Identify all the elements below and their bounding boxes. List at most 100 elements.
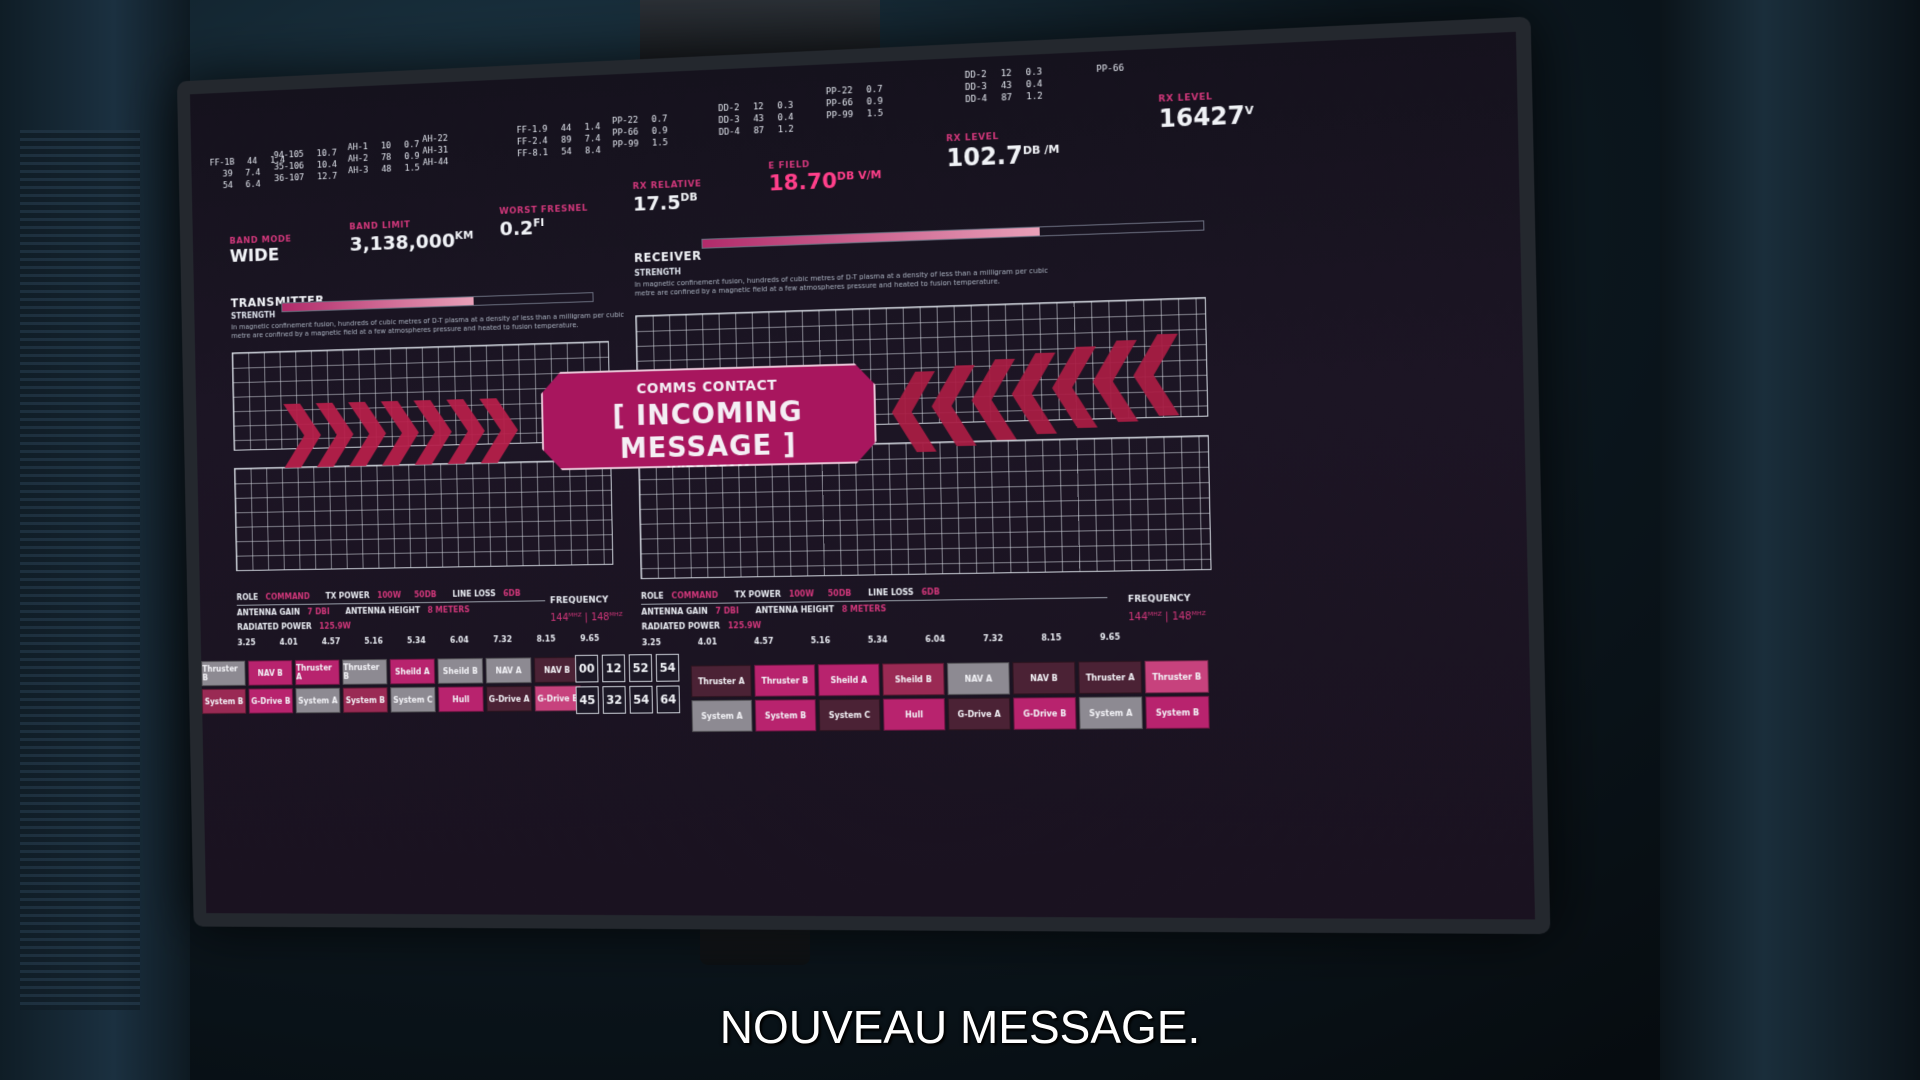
control-button[interactable]: Thruster B xyxy=(201,660,246,687)
control-button[interactable]: NAV B xyxy=(247,660,293,686)
control-button[interactable]: NAV A xyxy=(946,662,1010,696)
stat-cell: 1.2 xyxy=(777,124,794,136)
stat-cell: AH-44 xyxy=(422,157,449,169)
control-button[interactable]: System B xyxy=(201,688,247,715)
alert-message: [ INCOMING MESSAGE ] xyxy=(612,394,803,465)
scale-tick-label: 6.04 xyxy=(449,635,469,645)
scale-tick-label: 4.01 xyxy=(697,637,718,647)
control-button[interactable]: NAV B xyxy=(1012,661,1076,695)
receiver-description: In magnetic confinement fusion, hundreds… xyxy=(634,266,1049,298)
band-limit-readout: BAND LIMIT 3,138,000KM xyxy=(349,218,474,256)
digit-cell[interactable]: 64 xyxy=(656,685,681,714)
control-button[interactable]: Hull xyxy=(438,686,484,713)
digit-readouts: 00 12 52 54 45 32 54 64 xyxy=(574,653,681,715)
rx-role-value: COMMAND xyxy=(671,590,719,601)
control-button[interactable]: Thruster A xyxy=(1078,660,1143,694)
control-button[interactable]: System A xyxy=(691,699,753,732)
control-button[interactable]: Thruster A xyxy=(294,659,340,686)
scale-tick-label: 8.15 xyxy=(536,634,556,644)
rx-relative-value: 17.5DB xyxy=(632,190,698,216)
control-button[interactable]: Thruster B xyxy=(342,659,388,685)
control-button[interactable]: G-Drive B xyxy=(1013,697,1077,730)
scale-tick-label: 4.01 xyxy=(279,637,298,647)
control-button[interactable]: Hull xyxy=(882,698,946,731)
stat-cell: 44 xyxy=(560,123,572,134)
control-button[interactable]: G-Drive A xyxy=(486,685,533,712)
stat-cell: 0.7 xyxy=(651,114,668,125)
incoming-message-alert[interactable]: COMMS CONTACT [ INCOMING MESSAGE ] WIDE … xyxy=(541,363,877,471)
stat-row: PP-66 xyxy=(1096,62,1138,76)
rx-role-label: ROLE xyxy=(640,591,664,601)
stat-table-group9: DD-2 12 0.3 DD-3 43 0.4 DD-4 87 1.2 xyxy=(965,66,1043,106)
control-button[interactable]: System B xyxy=(1145,695,1210,730)
right-wall xyxy=(1660,0,1920,1080)
control-button[interactable]: Sheild A xyxy=(389,658,436,685)
control-button[interactable]: Sheild A xyxy=(817,663,880,697)
stat-cell: 54 xyxy=(222,180,233,191)
tx-radiated-power-label: RADIATED POWER xyxy=(237,622,312,632)
rx-radiated-power-value: 125.9W xyxy=(727,621,762,631)
stat-cell: 48 xyxy=(381,164,392,175)
stat-row: FF-8.1 54 8.4 xyxy=(517,145,601,160)
digit-cell[interactable]: 54 xyxy=(655,653,680,682)
tx-antenna-height-label: ANTENNA HEIGHT xyxy=(345,606,421,616)
stat-cell: 43 xyxy=(1000,80,1013,92)
digit-cell[interactable]: 45 xyxy=(575,686,600,715)
digit-cell[interactable]: 32 xyxy=(602,686,627,714)
rx-frequency: FREQUENCY 144MHZ | 148MHZ xyxy=(1128,594,1206,624)
stat-cell: DD-2 xyxy=(964,69,987,81)
band-mode-readout: BAND MODE WIDE xyxy=(229,235,292,267)
control-button[interactable]: Sheild B xyxy=(437,657,484,684)
control-button[interactable]: NAV A xyxy=(485,657,532,684)
stat-cell: AH-2 xyxy=(347,153,369,165)
stat-cell: AH-3 xyxy=(348,165,369,177)
scale-tick-label: 9.65 xyxy=(580,634,600,644)
control-button[interactable]: Thruster A xyxy=(690,664,752,698)
comms-monitor: FF-1B 44 1.4 39 7.4 54 6.4 94-105 10.7 35-106 10.4… xyxy=(176,16,1551,935)
control-button[interactable]: G-Drive B xyxy=(534,685,581,712)
stat-table-group3: AH-1 10 0.7 AH-2 78 0.9 AH-3 48 1.5 xyxy=(348,139,420,177)
stat-cell: 12.7 xyxy=(317,171,338,183)
scale-tick-label: 5.16 xyxy=(810,636,831,646)
stat-table-group2: 94-105 10.7 35-106 10.4 36-107 12.7 xyxy=(274,148,338,185)
transmitter-strength-label: STRENGTH xyxy=(230,310,276,321)
scale-tick-label: 5.34 xyxy=(867,635,888,645)
stat-cell: 39 xyxy=(222,169,233,180)
control-button[interactable]: System B xyxy=(342,687,388,713)
stat-cell: 87 xyxy=(753,126,765,137)
digit-cell[interactable]: 12 xyxy=(601,654,626,683)
scale-tick-label: 7.32 xyxy=(983,633,1004,644)
stat-cell: 7.4 xyxy=(245,168,261,179)
stat-cell: 0.4 xyxy=(1025,79,1043,91)
control-button[interactable]: System C xyxy=(818,698,881,732)
control-button[interactable]: G-Drive A xyxy=(947,697,1011,731)
digit-cell[interactable]: 00 xyxy=(574,654,599,683)
control-button[interactable]: G-Drive B xyxy=(248,688,294,714)
digit-cell[interactable]: 52 xyxy=(628,654,653,683)
stat-row: AH-44 xyxy=(423,156,462,169)
control-button[interactable]: System A xyxy=(295,687,341,714)
stat-table-group7: DD-2 12 0.3 DD-3 43 0.4 DD-4 87 1.2 xyxy=(718,100,794,139)
stat-cell: 36-107 xyxy=(274,173,305,185)
scale-tick-label: 9.65 xyxy=(1099,632,1121,642)
rx-antenna-gain-value: 7 DBI xyxy=(715,606,740,616)
stat-cell: 0.9 xyxy=(404,151,420,163)
control-button[interactable]: Sheild B xyxy=(882,662,945,696)
control-button[interactable]: Thruster B xyxy=(1144,660,1210,694)
control-button[interactable]: System A xyxy=(1078,696,1143,730)
rx-level2-value: 16427V xyxy=(1158,100,1254,134)
scale-tick-label: 5.34 xyxy=(406,636,426,646)
control-button[interactable]: System B xyxy=(754,699,817,732)
rx-level2-readout: RX LEVEL 16427V xyxy=(1158,90,1254,133)
stat-cell: 0.4 xyxy=(777,112,794,124)
band-limit-value: 3,138,000KM xyxy=(349,228,474,256)
rx-power-label: TX POWER xyxy=(734,589,782,600)
digit-cell[interactable]: 54 xyxy=(629,685,654,714)
scale-tick-label: 7.32 xyxy=(493,635,513,645)
stat-cell: 10.7 xyxy=(316,148,337,160)
rx-antenna-gain-label: ANTENNA GAIN xyxy=(641,606,708,617)
control-button[interactable]: NAV B xyxy=(533,656,581,683)
stat-cell: 1.5 xyxy=(651,138,668,149)
control-button[interactable]: Thruster B xyxy=(754,664,816,697)
control-button[interactable]: System C xyxy=(390,686,436,713)
